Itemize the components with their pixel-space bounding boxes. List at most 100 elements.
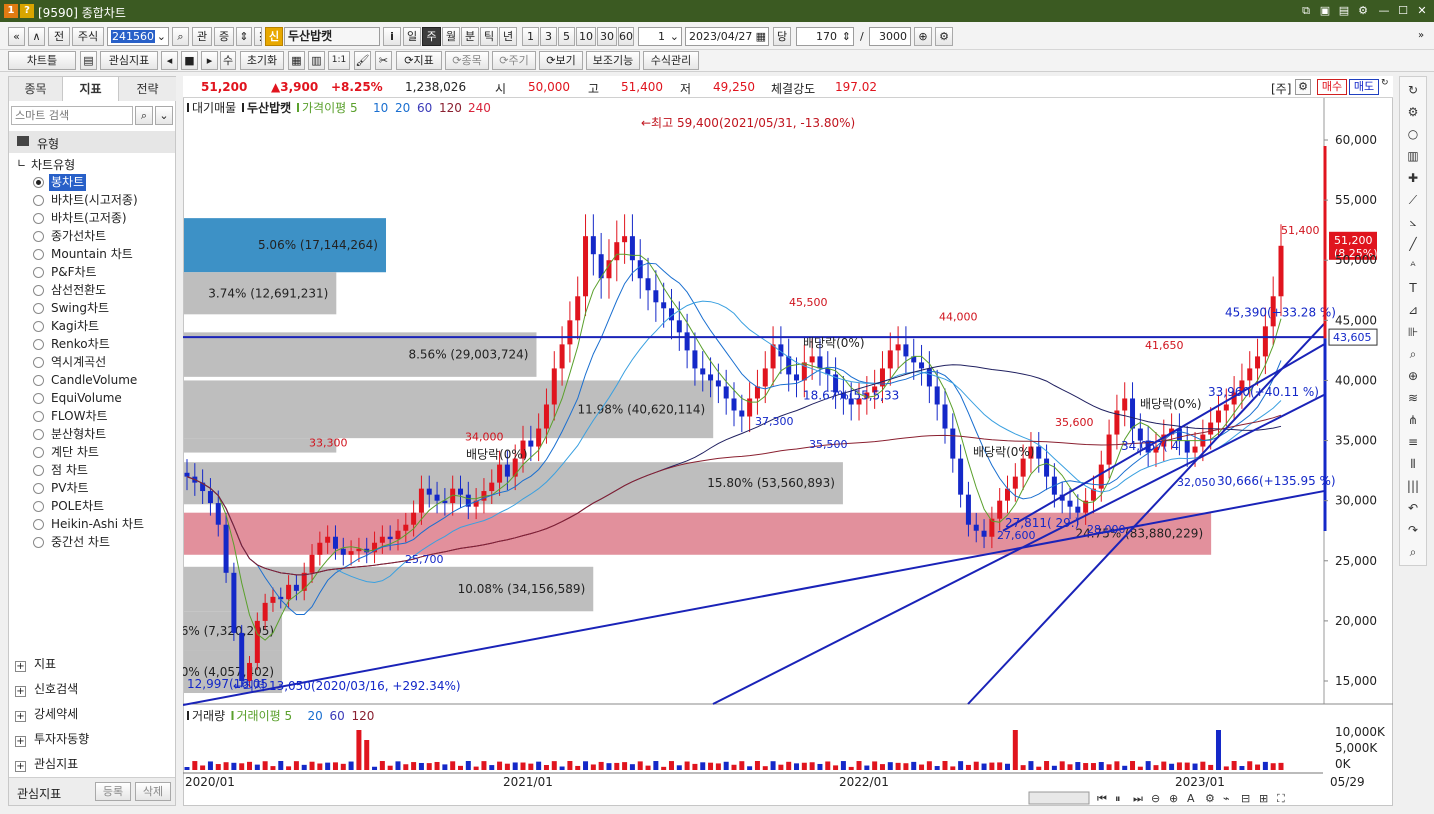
fibonacci-icon[interactable]: ≋ (1404, 389, 1422, 407)
zoom-in-icon[interactable]: ⊕ (1404, 367, 1422, 385)
chart-template-button[interactable]: 차트틀 (8, 51, 76, 70)
save-icon[interactable]: ▤ (1336, 3, 1352, 19)
radio-icon[interactable] (33, 429, 44, 440)
sell-button[interactable]: 매도 (1349, 79, 1379, 95)
zoom-icon[interactable]: ⊕ (914, 27, 932, 46)
stepper-icon[interactable]: ⇕ (236, 27, 252, 46)
info-button[interactable]: i (383, 27, 401, 46)
search-icon[interactable]: ⌕ (1404, 543, 1422, 561)
radio-icon[interactable] (33, 249, 44, 260)
group-item[interactable]: + 신호검색 (15, 679, 78, 699)
chart-canvas[interactable]: 대기매물 두산밥캣 가격이평 5 10 20 60 120 240 5.06% (17,144,… (183, 98, 1393, 806)
radio-icon[interactable] (33, 465, 44, 476)
gear-icon[interactable]: ⚙ (1404, 103, 1422, 121)
interval-count-select[interactable]: 1 ⌄ (638, 27, 682, 46)
bar-chart-icon[interactable]: ▥ (1404, 147, 1422, 165)
tab-stock[interactable]: 종목 (9, 77, 63, 101)
radio-icon[interactable] (33, 483, 44, 494)
radio-icon[interactable] (33, 537, 44, 548)
radio-icon[interactable] (33, 375, 44, 386)
nav-up-button[interactable]: ∧ (28, 27, 45, 46)
tab-strategy[interactable]: 전략 (119, 77, 176, 101)
date-input[interactable]: 2023/04/27 ▦ (685, 27, 769, 46)
aux-function-button[interactable]: 보조기능 (586, 51, 640, 70)
save-icon[interactable]: ▤ (80, 51, 97, 70)
period-day-button[interactable]: 일 (403, 27, 421, 46)
group-item[interactable]: + 지표 (15, 654, 56, 674)
text-tool-icon[interactable]: T (1404, 279, 1422, 297)
interval-30-button[interactable]: 30 (597, 27, 617, 46)
maximize-icon[interactable]: ☐ (1395, 3, 1411, 19)
radio-icon[interactable] (33, 303, 44, 314)
candle-icon[interactable]: ⊪ (1404, 323, 1422, 341)
chevron-down-icon[interactable]: ⌄ (157, 28, 166, 45)
paint-icon[interactable]: 🖌 (354, 51, 371, 70)
item-button[interactable]: ⟳종목 (445, 51, 489, 70)
stop-icon[interactable]: ■ (181, 51, 198, 70)
help-icon[interactable]: ? (20, 4, 34, 18)
period-week-button[interactable]: 주 (422, 27, 441, 46)
radio-icon[interactable] (33, 321, 44, 332)
horizontal-scrollbar[interactable] (1028, 791, 1090, 805)
formula-manage-button[interactable]: 수식관리 (643, 51, 699, 70)
su-button[interactable]: 수 (220, 51, 236, 70)
copy-icon[interactable]: ▣ (1317, 3, 1333, 19)
interval-60-button[interactable]: 60 (618, 27, 634, 46)
group-item[interactable]: + 관심지표 (15, 754, 78, 774)
vertical-lines-icon[interactable]: ⦀ (1404, 455, 1422, 473)
radio-icon[interactable] (33, 339, 44, 350)
restore-icon[interactable]: ⧉ (1298, 3, 1314, 19)
expand-icon[interactable]: + (15, 686, 26, 697)
equal-icon[interactable]: ≡ (1404, 433, 1422, 451)
prev-icon[interactable]: ◂ (161, 51, 178, 70)
stock-type-button[interactable]: 주식 (72, 27, 104, 46)
total-count-input[interactable]: 3000 (869, 27, 911, 46)
radio-icon[interactable] (33, 285, 44, 296)
line-tool-icon[interactable]: ⟋ (1404, 191, 1422, 209)
period-month-button[interactable]: 월 (442, 27, 460, 46)
angle-icon[interactable]: ⦣ (1404, 213, 1422, 231)
tab-indicator[interactable]: 지표 (63, 77, 119, 101)
expand-icon[interactable]: + (15, 711, 26, 722)
period-button[interactable]: ⟳주기 (492, 51, 536, 70)
gear-icon[interactable]: ⚙ (1295, 79, 1311, 95)
radio-icon[interactable] (33, 447, 44, 458)
interval-5-button[interactable]: 5 (558, 27, 575, 46)
window-number-badge[interactable]: 1 (4, 4, 18, 18)
interval-1-button[interactable]: 1 (522, 27, 539, 46)
fan-icon[interactable]: ⋔ (1404, 411, 1422, 429)
radio-icon[interactable] (33, 177, 44, 188)
tree-root-label[interactable]: 차트유형 (31, 156, 75, 173)
close-icon[interactable]: ✕ (1414, 3, 1430, 19)
minimize-icon[interactable]: — (1376, 3, 1392, 19)
interval-3-button[interactable]: 3 (540, 27, 557, 46)
ratio-button[interactable]: 1:1 (328, 51, 350, 70)
grid-icon[interactable]: ▦ (288, 51, 305, 70)
radio-icon[interactable] (33, 357, 44, 368)
layout-icon[interactable]: ▥ (308, 51, 325, 70)
search-icon[interactable]: ⌕ (172, 27, 189, 46)
auto-icon[interactable]: ᴬ (1404, 257, 1422, 275)
zoom-icon[interactable]: ⌕ (1404, 345, 1422, 363)
search-icon[interactable]: ⌕ (135, 106, 153, 125)
refresh-icon[interactable]: ↻ (1404, 81, 1422, 99)
radio-icon[interactable] (33, 501, 44, 512)
increase-button[interactable]: 증 (214, 27, 234, 46)
undo-icon[interactable]: ↶ (1404, 499, 1422, 517)
radio-icon[interactable] (33, 393, 44, 404)
gear-icon[interactable]: ⚙ (935, 27, 953, 46)
collapse-icon[interactable]: ⌄ (155, 106, 173, 125)
radio-icon[interactable] (33, 411, 44, 422)
reset-button[interactable]: 초기화 (240, 51, 284, 70)
group-item[interactable]: + 강세약세 (15, 704, 78, 724)
current-button[interactable]: 당 (773, 27, 791, 46)
smart-search-input[interactable] (11, 106, 133, 125)
more-icon[interactable]: ⋮ (254, 27, 262, 46)
circle-icon[interactable]: ○ (1404, 125, 1422, 143)
radio-icon[interactable] (33, 519, 44, 530)
delete-button[interactable]: 삭제 (135, 782, 171, 801)
period-year-button[interactable]: 년 (499, 27, 517, 46)
gear-icon[interactable]: ⚙ (1355, 3, 1371, 19)
refresh-icon[interactable]: ↻ (1381, 78, 1389, 88)
period-tick-button[interactable]: 틱 (480, 27, 498, 46)
